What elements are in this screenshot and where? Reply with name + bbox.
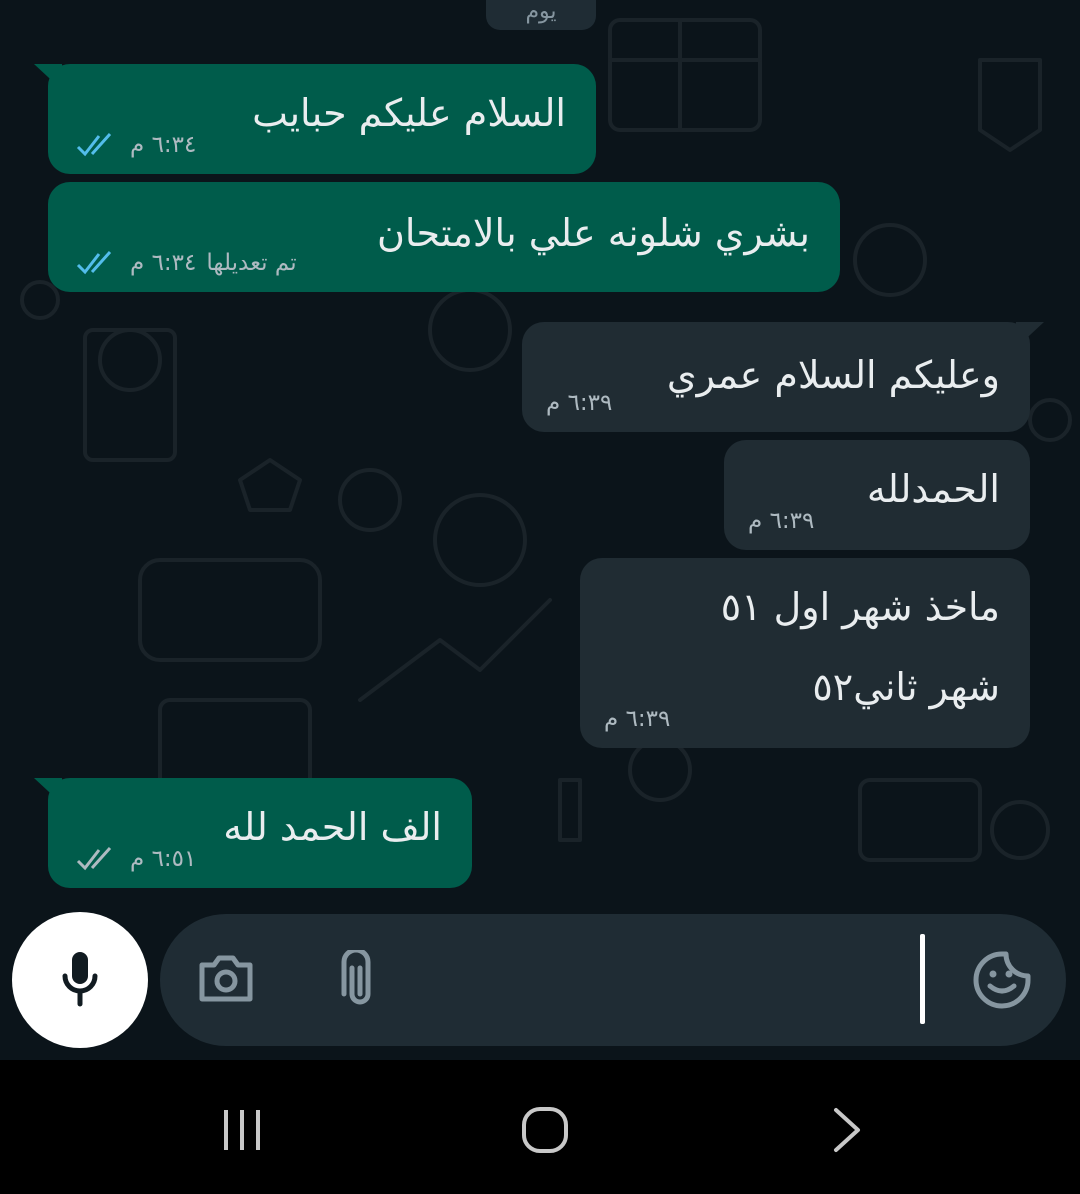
message-meta: ٦:٣٩ م bbox=[604, 706, 670, 732]
message-time: ٦:٣٩ م bbox=[546, 390, 613, 416]
message-text-line-1: ماخذ شهر اول ٥١ bbox=[720, 585, 1000, 629]
message-time: ٦:٣٩ م bbox=[604, 706, 671, 732]
message-time: ٦:٥١ م bbox=[130, 846, 197, 872]
double-check-read-icon bbox=[76, 251, 112, 275]
message-time: ٦:٣٤ م bbox=[130, 132, 197, 158]
message-time: ٦:٣٤ م bbox=[130, 250, 197, 276]
message-text: الف الحمد لله bbox=[223, 805, 442, 849]
text-cursor bbox=[920, 934, 925, 1024]
message-text: السلام عليكم حبايب bbox=[252, 91, 566, 135]
message-bubble-outgoing[interactable]: الف الحمد لله ٦:٥١ م bbox=[34, 778, 472, 888]
date-chip: يوم bbox=[486, 0, 596, 30]
message-text: بشري شلونه علي بالامتحان bbox=[376, 211, 810, 255]
message-input-bar[interactable] bbox=[160, 914, 1066, 1046]
message-text: الحمدلله bbox=[866, 467, 1000, 511]
message-time: ٦:٣٩ م bbox=[748, 508, 815, 534]
double-check-delivered-icon bbox=[76, 847, 112, 871]
bubble-tail bbox=[1016, 322, 1044, 348]
message-text-line-2: شهر ثاني٥٢ bbox=[812, 665, 1000, 709]
edited-label: تم تعديلها bbox=[206, 250, 297, 276]
camera-icon[interactable] bbox=[196, 953, 256, 1003]
double-check-read-icon bbox=[76, 133, 112, 157]
message-bubble-outgoing[interactable]: بشري شلونه علي بالامتحان تم تعديلها ٦:٣٤… bbox=[48, 182, 840, 292]
back-icon[interactable] bbox=[832, 1106, 864, 1154]
message-bubble-incoming[interactable]: وعليكم السلام عمري ٦:٣٩ م bbox=[522, 322, 1044, 432]
message-meta: ٦:٣٩ م bbox=[546, 390, 612, 416]
message-bubble-outgoing[interactable]: السلام عليكم حبايب ٦:٣٤ م bbox=[34, 64, 596, 174]
microphone-icon bbox=[62, 952, 98, 1007]
message-text: وعليكم السلام عمري bbox=[666, 353, 1000, 397]
message-bubble-incoming[interactable]: ماخذ شهر اول ٥١ شهر ثاني٥٢ ٦:٣٩ م bbox=[580, 558, 1030, 748]
bubble-tail bbox=[34, 778, 62, 804]
bubble-tail bbox=[34, 64, 62, 90]
message-meta: تم تعديلها ٦:٣٤ م bbox=[76, 250, 297, 276]
microphone-button[interactable] bbox=[12, 912, 148, 1048]
home-icon[interactable] bbox=[521, 1106, 569, 1154]
message-bubble-incoming[interactable]: الحمدلله ٦:٣٩ م bbox=[724, 440, 1030, 550]
emoji-sticker-icon[interactable] bbox=[972, 950, 1032, 1010]
message-meta: ٦:٣٤ م bbox=[76, 132, 196, 158]
system-navigation-bar bbox=[0, 1060, 1080, 1194]
message-meta: ٦:٥١ م bbox=[76, 846, 196, 872]
date-chip-label: يوم bbox=[525, 0, 557, 24]
attach-icon[interactable] bbox=[340, 950, 380, 1010]
recent-apps-icon[interactable] bbox=[220, 1108, 264, 1152]
message-meta: ٦:٣٩ م bbox=[748, 508, 814, 534]
